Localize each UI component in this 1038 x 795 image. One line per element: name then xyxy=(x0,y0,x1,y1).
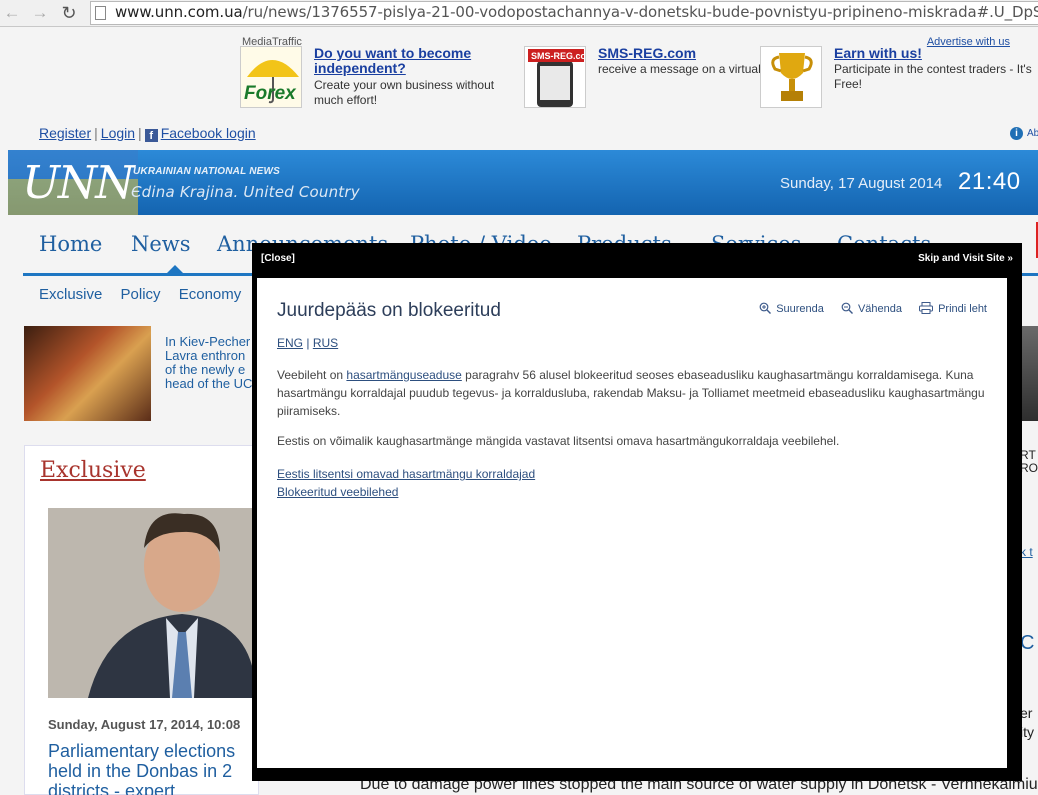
subnav-item-exclusive[interactable]: Exclusive xyxy=(39,286,102,303)
gambling-act-link[interactable]: hasartmänguseaduse xyxy=(346,368,461,382)
print-button[interactable]: Prindi leht xyxy=(919,302,987,315)
language-switcher: ENG | RUS xyxy=(277,336,338,350)
modal-content: Juurdepääs on blokeeritud Suurenda Vähen… xyxy=(257,278,1007,768)
blocking-notice: Veebileht on hasartmänguseaduse paragrah… xyxy=(277,368,985,418)
top-story-image[interactable] xyxy=(24,326,151,421)
trophy-icon xyxy=(761,47,821,107)
skip-button[interactable]: Skip and Visit Site » xyxy=(918,253,1013,264)
smsreg-logo-text: SMS-REG.com xyxy=(531,51,586,61)
header-time: 21:40 xyxy=(958,168,1021,195)
right-fragment: RO xyxy=(1020,461,1038,475)
info-icon[interactable]: i xyxy=(1010,127,1023,140)
right-fragment: C xyxy=(1020,632,1035,654)
forex-ad-image[interactable]: Forex xyxy=(240,46,302,108)
url-text: www.unn.com.ua/ru/news/1376557-pislya-21… xyxy=(115,3,1038,21)
close-button[interactable]: [Close] xyxy=(261,253,295,264)
back-arrow-icon[interactable]: ← xyxy=(2,3,22,23)
ad-title[interactable]: Do you want to become independent? xyxy=(314,46,514,76)
blocked-sites-link[interactable]: Blokeeritud veebilehed xyxy=(277,485,398,499)
register-link[interactable]: Register xyxy=(39,125,91,141)
tagline-secondary: Єdina Krajina. United Country xyxy=(131,183,360,201)
exclusive-heading[interactable]: Exclusive xyxy=(40,458,146,483)
zoom-out-icon xyxy=(841,302,853,314)
header-date: Sunday, 17 August 2014 xyxy=(780,175,943,192)
forward-arrow-icon[interactable]: → xyxy=(30,3,50,23)
zoom-out-button[interactable]: Vähenda xyxy=(841,302,902,315)
smsreg-ad-image[interactable]: SMS-REG.com xyxy=(524,46,586,108)
facebook-login-link[interactable]: Facebook login xyxy=(161,125,256,141)
lang-rus-link[interactable]: RUS xyxy=(313,336,338,350)
modal-toolbar: Suurenda Vähenda Prindi leht xyxy=(745,302,987,315)
ad-description: Create your own business without much ef… xyxy=(314,78,495,107)
portrait-image xyxy=(48,508,256,698)
facebook-icon: f xyxy=(144,129,158,142)
address-bar[interactable]: www.unn.com.ua/ru/news/1376557-pislya-21… xyxy=(90,1,1038,25)
printer-icon xyxy=(919,302,934,314)
browser-toolbar: ← → ↻ www.unn.com.ua/ru/news/1376557-pis… xyxy=(0,0,1038,27)
top-story-headline[interactable]: In Kiev-Pecher Lavra enthron of the newl… xyxy=(165,335,255,391)
trophy-ad-image[interactable] xyxy=(760,46,822,108)
login-bar: Register | Login | f Facebook login xyxy=(39,125,256,142)
forex-logo-text: Forex xyxy=(244,83,297,104)
modal-title: Juurdepääs on blokeeritud xyxy=(277,300,501,321)
reload-icon[interactable]: ↻ xyxy=(59,3,79,23)
right-fragment: ity xyxy=(1020,724,1034,740)
ad-strip: MediaTraffic Advertise with us Forex Do … xyxy=(234,36,1032,112)
ad-title[interactable]: Earn with us! xyxy=(834,46,1034,61)
lang-separator: | xyxy=(306,336,310,350)
ad-description: Participate in the contest traders - It'… xyxy=(834,62,1032,91)
licensed-notice: Eestis on võimalik kaughasartmänge mängi… xyxy=(277,434,840,448)
exclusive-date: Sunday, August 17, 2014, 10:08 xyxy=(48,717,241,732)
phone-icon: SMS-REG.com xyxy=(525,47,586,107)
umbrella-icon: Forex xyxy=(241,47,301,107)
licensed-operators-link[interactable]: Eestis litsentsi omavad hasartmängu korr… xyxy=(277,467,535,481)
sub-navigation: Exclusive Policy Economy K xyxy=(39,286,283,303)
separator: | xyxy=(138,125,142,141)
zoom-in-icon xyxy=(759,302,772,314)
zoom-in-button[interactable]: Suurenda xyxy=(759,302,824,315)
nav-item-news[interactable]: News xyxy=(131,232,191,256)
right-fragment: RT xyxy=(1020,448,1036,462)
lang-eng-link[interactable]: ENG xyxy=(277,336,303,350)
subnav-item-economy[interactable]: Economy xyxy=(179,286,242,303)
separator: | xyxy=(94,125,98,141)
exclusive-headline[interactable]: Parliamentary elections held in the Donb… xyxy=(48,741,258,795)
active-nav-indicator xyxy=(164,265,186,276)
subnav-item-policy[interactable]: Policy xyxy=(121,286,161,303)
right-story-image[interactable] xyxy=(1022,326,1038,421)
exclusive-photo[interactable] xyxy=(48,508,256,698)
login-link[interactable]: Login xyxy=(101,125,135,141)
tagline-primary: UKRAINIAN NATIONAL NEWS xyxy=(133,166,281,177)
site-header: UNN UKRAINIAN NATIONAL NEWS Єdina Krajin… xyxy=(8,150,1038,215)
nav-item-home[interactable]: Home xyxy=(39,232,102,256)
blocking-modal: [Close] Skip and Visit Site » Juurdepääs… xyxy=(252,243,1022,781)
site-logo[interactable]: UNN xyxy=(22,156,135,209)
about-link[interactable]: Ab xyxy=(1027,128,1038,139)
page-icon xyxy=(95,6,106,20)
